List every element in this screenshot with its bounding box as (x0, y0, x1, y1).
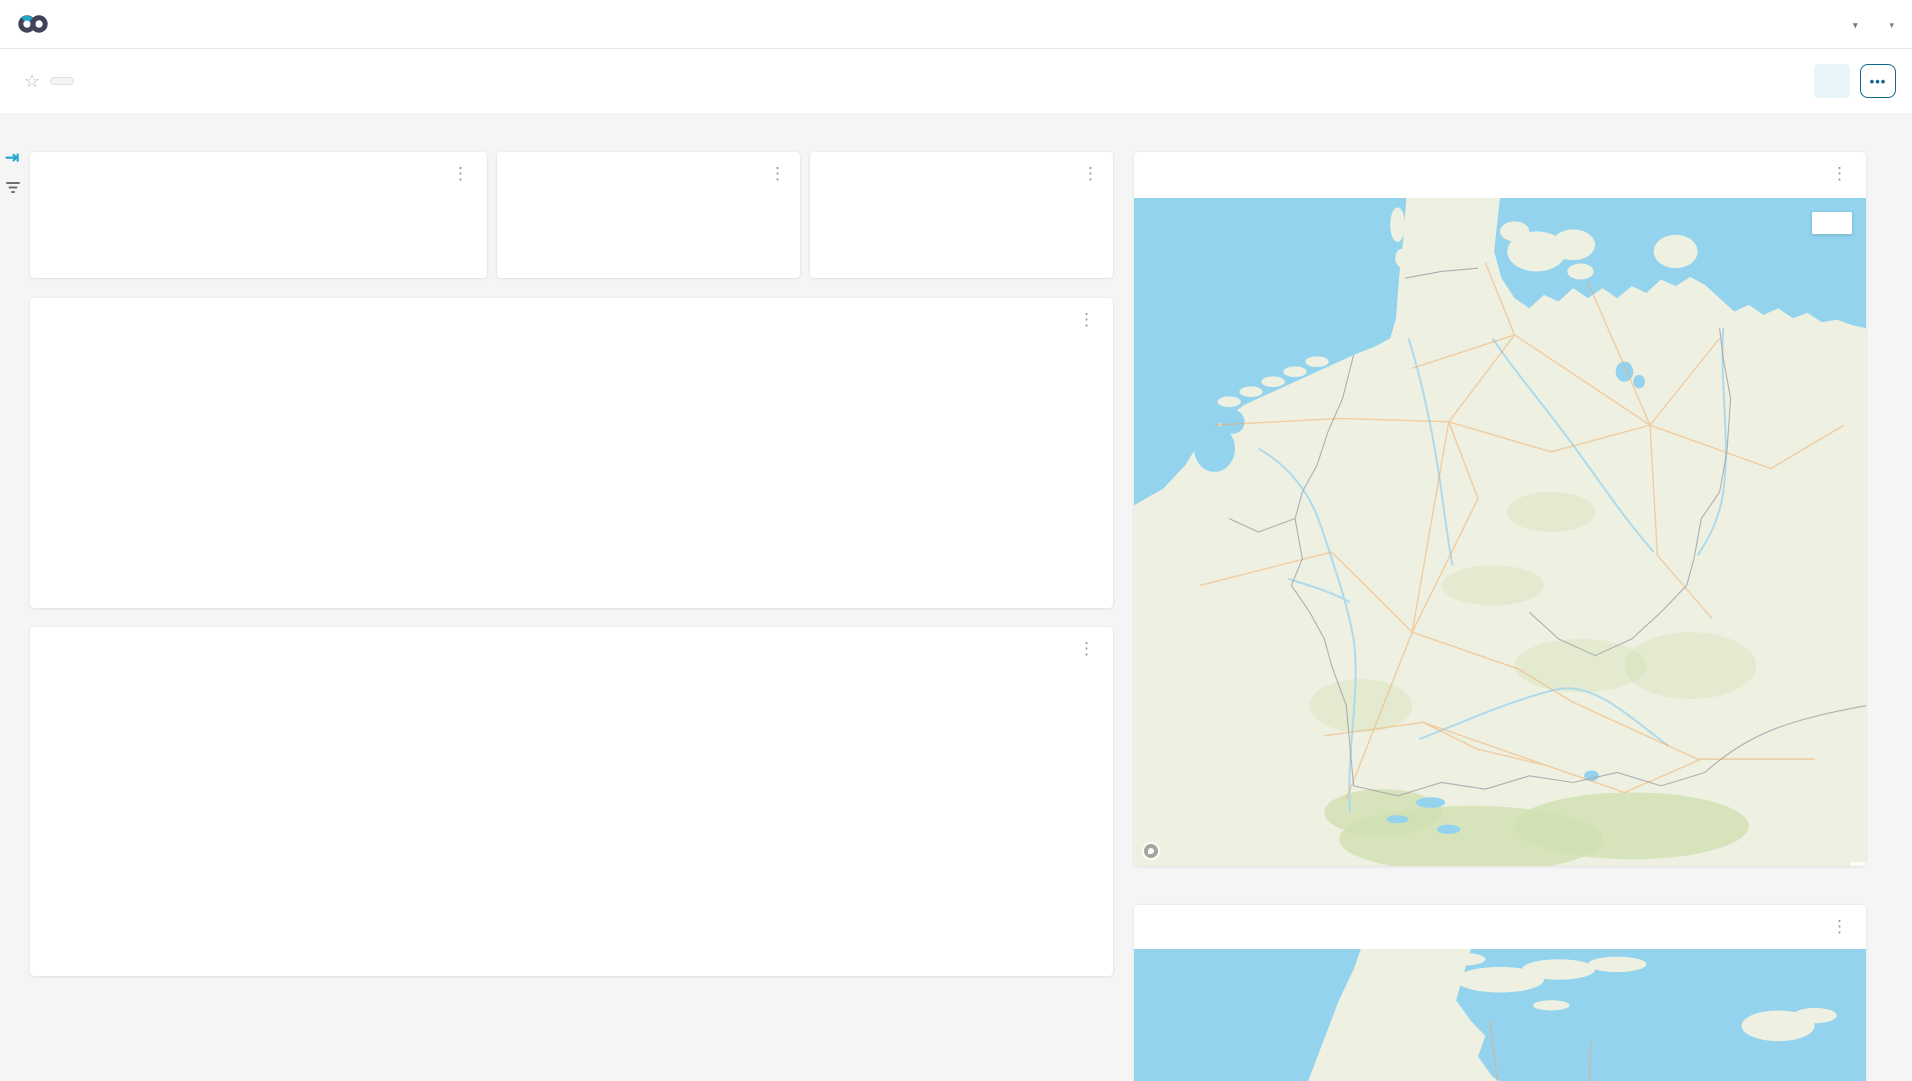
stations-map[interactable] (1134, 949, 1866, 1081)
chart-menu-icon[interactable]: ⋮ (1827, 920, 1852, 934)
superset-logo (18, 14, 48, 34)
chart-menu-icon[interactable]: ⋮ (448, 167, 473, 181)
chart-card-stations-distribution: ⋮ (1134, 905, 1866, 1081)
filter-icon[interactable] (5, 181, 21, 200)
line-chart (36, 337, 916, 549)
kpi-value (810, 185, 1113, 193)
edit-dashboard-button[interactable] (1814, 64, 1850, 98)
kpi-sparkline (36, 240, 68, 272)
chart-menu-icon[interactable]: ⋮ (765, 167, 790, 181)
chevron-down-icon: ▾ (1889, 20, 1894, 30)
chart-menu-icon[interactable]: ⋮ (1078, 167, 1103, 181)
chart-menu-icon[interactable]: ⋮ (1074, 642, 1099, 656)
chart-card-deviation-map: ⋮ (1134, 152, 1866, 866)
donut-chart (252, 660, 892, 950)
brand[interactable] (18, 14, 56, 34)
deviation-map[interactable] (1134, 198, 1866, 866)
kpi-value (30, 185, 487, 193)
expand-filter-bar-icon[interactable]: ⇥ (5, 148, 19, 168)
chart-legend (939, 337, 1107, 554)
dashboard-menu-button[interactable]: ••• (1860, 64, 1896, 98)
map-attribution[interactable] (1850, 862, 1866, 866)
header-actions: ••• (1814, 64, 1896, 98)
superset-dashboard: ▾ ▾ ☆ ••• ⇥ ⋮ ⋮ (0, 0, 1912, 1081)
chart-menu-icon[interactable]: ⋮ (1074, 313, 1099, 327)
draft-badge (50, 77, 74, 85)
map-legend (1812, 212, 1852, 234)
chart-menu-icon[interactable]: ⋮ (1827, 167, 1852, 181)
kpi-card-stations: ⋮ (497, 152, 800, 278)
chevron-down-icon: ▾ (1853, 20, 1858, 30)
kpi-card-days: ⋮ (810, 152, 1113, 278)
chart-card-measurements-water: ⋮ (30, 627, 1113, 976)
chart-card-measurements-hour: ⋮ (30, 298, 1113, 608)
dashboard-canvas: ⇥ ⋮ ⋮ ⋮ (0, 113, 1912, 1081)
dashboard-header: ☆ ••• (0, 49, 1912, 113)
nav-right: ▾ ▾ (1849, 14, 1894, 34)
settings-menu[interactable]: ▾ (1885, 16, 1894, 32)
new-dropdown[interactable]: ▾ (1849, 14, 1858, 34)
kpi-value (497, 185, 800, 193)
mapbox-logo[interactable] (1142, 842, 1164, 860)
favorite-star-icon[interactable]: ☆ (24, 71, 40, 92)
top-navbar: ▾ ▾ (0, 0, 1912, 49)
kpi-card-measurements: ⋮ (30, 152, 487, 278)
